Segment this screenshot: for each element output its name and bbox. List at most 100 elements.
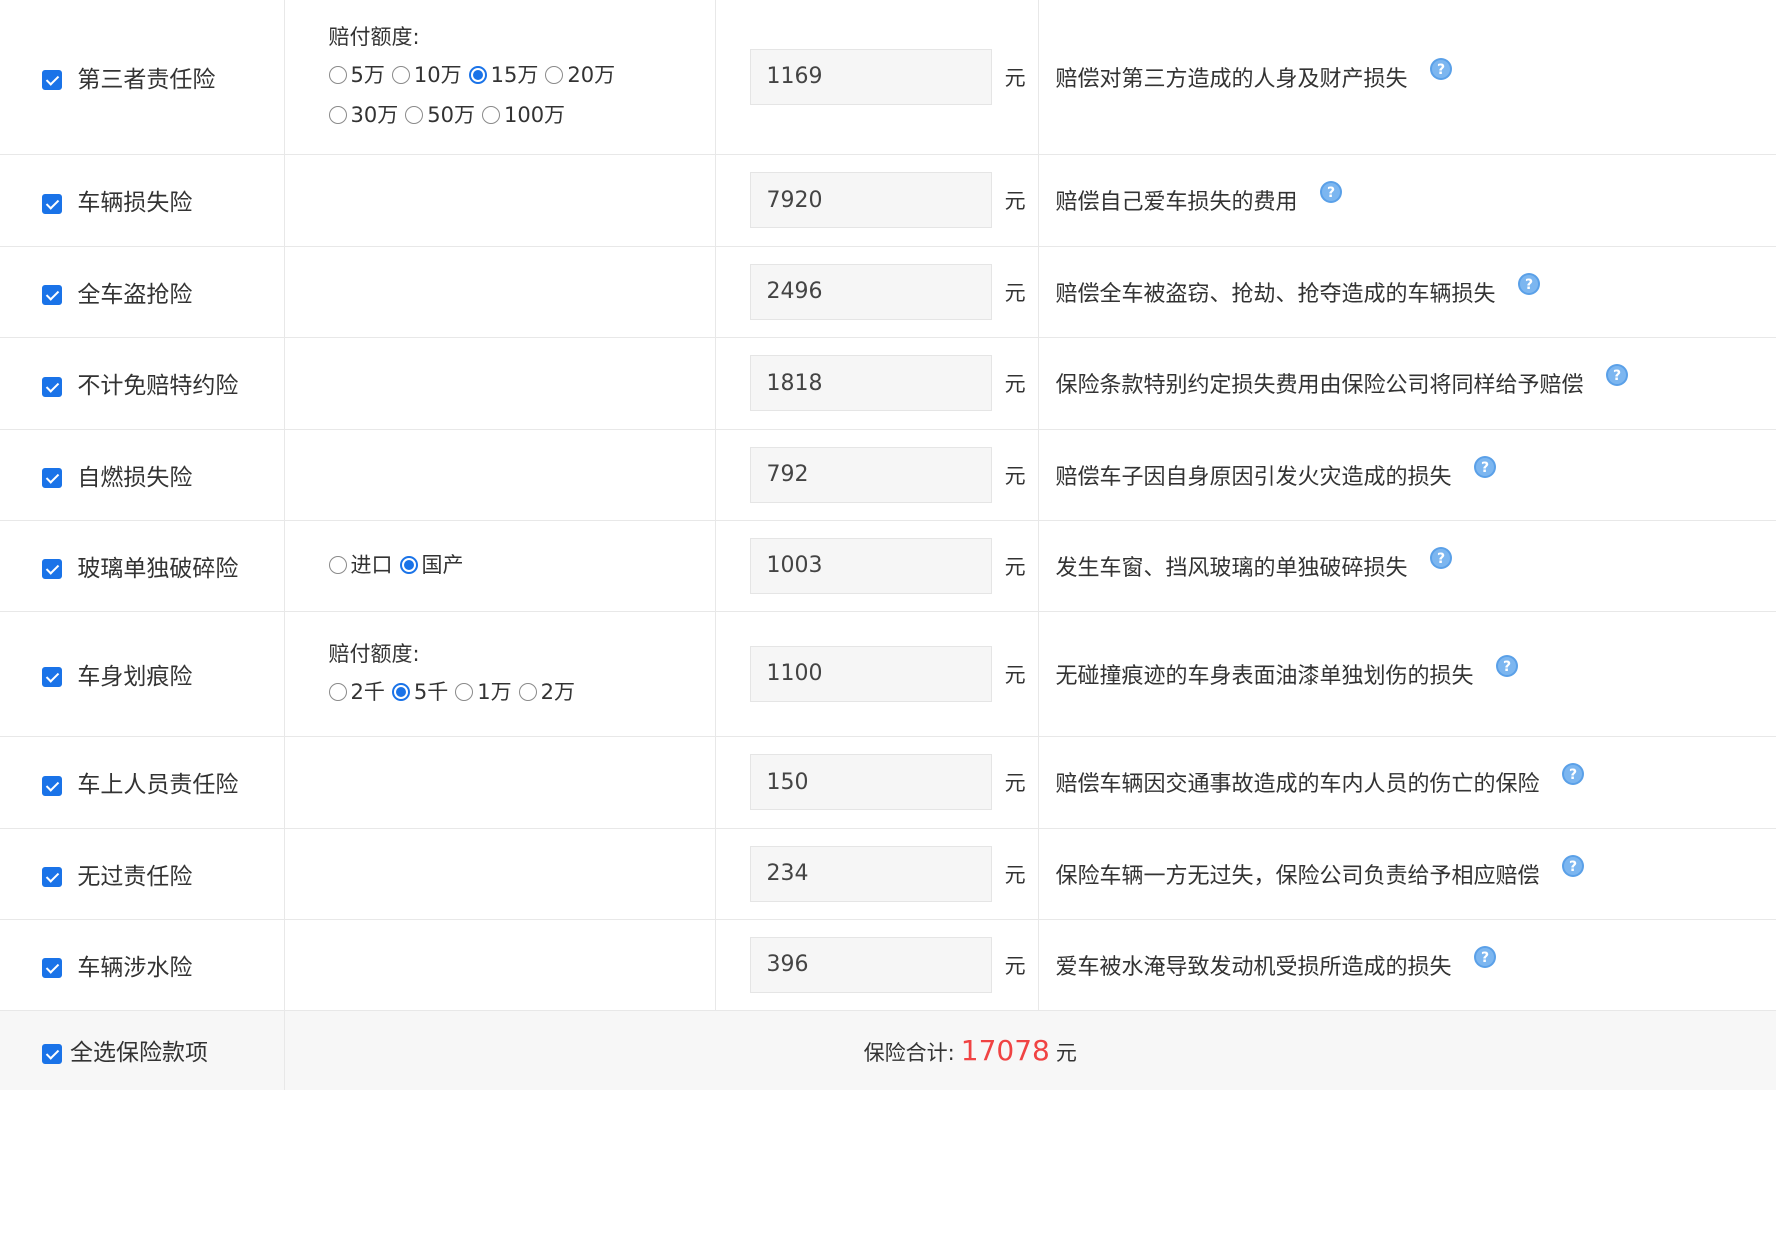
help-question-icon[interactable]: ?: [1473, 455, 1497, 479]
radio-option[interactable]: 进口: [328, 546, 393, 584]
radio-option[interactable]: 100万: [481, 96, 566, 134]
premium-input[interactable]: [749, 845, 992, 902]
radio-option[interactable]: 2万: [518, 673, 575, 711]
premium-input[interactable]: [749, 446, 992, 503]
svg-text:?: ?: [1612, 368, 1620, 384]
radio-option-label: 2千: [350, 679, 385, 704]
insurance-row: 自燃损失险 元 赔偿车子因自身原因引发火灾造成的损失 ?: [0, 429, 1776, 521]
radio-option[interactable]: 2千: [328, 673, 385, 711]
help-question-icon[interactable]: ?: [1473, 945, 1497, 969]
currency-unit: 元: [1004, 189, 1026, 213]
help-question-icon[interactable]: ?: [1319, 180, 1343, 204]
insurance-name-cell: 玻璃单独破碎险: [0, 520, 285, 612]
help-question-icon[interactable]: ?: [1495, 654, 1519, 678]
radio-button[interactable]: [391, 682, 410, 701]
insurance-name-cell: 车上人员责任险: [0, 736, 285, 829]
insurance-checkbox[interactable]: [42, 376, 62, 397]
premium-input[interactable]: [749, 355, 992, 411]
radio-option[interactable]: 30万: [328, 96, 398, 134]
insurance-description-cell: 赔偿对第三方造成的人身及财产损失 ?: [1038, 0, 1776, 155]
insurance-checkbox-label[interactable]: 车身划痕险: [42, 664, 192, 690]
insurance-checkbox[interactable]: [42, 285, 62, 305]
radio-option[interactable]: 20万: [545, 56, 615, 94]
radio-button[interactable]: [468, 65, 487, 84]
insurance-name-cell: 车辆损失险: [0, 154, 285, 247]
insurance-checkbox-label[interactable]: 不计免赔特约险: [42, 373, 238, 399]
insurance-name: 车上人员责任险: [77, 772, 239, 798]
radio-option[interactable]: 1万: [455, 673, 512, 711]
insurance-name: 车辆涉水险: [77, 954, 193, 981]
select-all-text: 全选保险款项: [70, 1040, 208, 1067]
select-all-checkbox[interactable]: [42, 1043, 62, 1064]
premium-input[interactable]: [749, 537, 992, 594]
insurance-row: 车上人员责任险 元 赔偿车辆因交通事故造成的车内人员的伤亡的保险 ?: [0, 736, 1776, 829]
insurance-name-cell: 无过责任险: [0, 828, 285, 920]
insurance-checkbox-label[interactable]: 自燃损失险: [42, 465, 192, 491]
help-question-icon[interactable]: ?: [1605, 363, 1629, 387]
insurance-checkbox-label[interactable]: 全车盗抢险: [42, 282, 192, 308]
insurance-name: 车辆损失险: [77, 190, 193, 216]
insurance-checkbox[interactable]: [42, 468, 62, 488]
insurance-price-cell: 元: [715, 828, 1039, 920]
select-all-label[interactable]: 全选保险款项: [42, 1040, 208, 1066]
radio-button[interactable]: [518, 682, 537, 701]
help-question-icon[interactable]: ?: [1429, 546, 1453, 570]
insurance-checkbox-label[interactable]: 第三者责任险: [42, 67, 215, 93]
radio-button[interactable]: [328, 555, 347, 574]
radio-option[interactable]: 国产: [399, 546, 464, 584]
insurance-description: 保险条款特别约定损失费用由保险公司将同样给予赔偿: [1055, 373, 1584, 398]
insurance-options-cell: [284, 154, 716, 247]
radio-option-label: 100万: [503, 102, 566, 127]
insurance-description-cell: 赔偿车子因自身原因引发火灾造成的损失 ?: [1038, 429, 1776, 521]
summary-row: 全选保险款项 保险合计: 17078 元: [0, 1010, 1776, 1090]
insurance-checkbox[interactable]: [42, 867, 62, 887]
insurance-price-cell: 元: [715, 919, 1039, 1011]
help-question-icon[interactable]: ?: [1517, 272, 1541, 296]
radio-button[interactable]: [328, 105, 347, 124]
insurance-checkbox[interactable]: [42, 958, 62, 978]
radio-option[interactable]: 50万: [405, 96, 475, 134]
radio-button[interactable]: [481, 105, 500, 124]
help-question-icon[interactable]: ?: [1561, 854, 1585, 878]
insurance-checkbox-label[interactable]: 玻璃单独破碎险: [42, 556, 238, 582]
insurance-checkbox[interactable]: [42, 70, 62, 91]
svg-text:?: ?: [1524, 277, 1532, 293]
insurance-checkbox[interactable]: [42, 193, 62, 214]
radio-button[interactable]: [328, 682, 347, 701]
help-question-icon[interactable]: ?: [1429, 57, 1453, 81]
insurance-checkbox[interactable]: [42, 667, 62, 687]
insurance-options-cell: [284, 919, 716, 1011]
currency-unit: 元: [1004, 280, 1026, 305]
radio-option-label: 5千: [413, 679, 449, 704]
premium-input[interactable]: [749, 172, 992, 228]
insurance-checkbox-label[interactable]: 车辆涉水险: [42, 955, 192, 981]
insurance-checkbox-label[interactable]: 车上人员责任险: [42, 772, 238, 798]
premium-input[interactable]: [749, 936, 992, 993]
radio-button[interactable]: [328, 65, 347, 84]
premium-input[interactable]: [749, 645, 992, 702]
svg-text:?: ?: [1502, 659, 1510, 675]
insurance-name: 全车盗抢险: [77, 281, 193, 308]
radio-option[interactable]: 5万: [328, 56, 385, 94]
premium-input[interactable]: [749, 48, 992, 105]
insurance-checkbox-label[interactable]: 无过责任险: [42, 864, 192, 890]
insurance-description-cell: 保险条款特别约定损失费用由保险公司将同样给予赔偿 ?: [1038, 337, 1776, 430]
insurance-row: 车身划痕险 赔付额度: 2千 5千 1万 2万 元 无碰撞痕迹的车身表面油漆单独划伤的损…: [0, 611, 1776, 737]
premium-input[interactable]: [749, 754, 992, 810]
radio-button[interactable]: [405, 105, 424, 124]
radio-option[interactable]: 15万: [468, 56, 538, 94]
insurance-options-cell: 赔付额度: 2千 5千 1万 2万: [284, 611, 716, 737]
radio-button[interactable]: [399, 555, 418, 574]
radio-button[interactable]: [455, 682, 474, 701]
help-question-icon[interactable]: ?: [1561, 762, 1585, 786]
radio-button[interactable]: [545, 65, 564, 84]
radio-option[interactable]: 5千: [391, 673, 449, 711]
insurance-checkbox-label[interactable]: 车辆损失险: [42, 190, 192, 216]
premium-input[interactable]: [749, 263, 992, 320]
insurance-checkbox[interactable]: [42, 559, 62, 579]
radio-button[interactable]: [391, 65, 410, 84]
radio-option[interactable]: 10万: [391, 56, 462, 94]
insurance-checkbox[interactable]: [42, 775, 62, 796]
radio-option-label: 20万: [567, 62, 616, 87]
insurance-price-cell: 元: [715, 246, 1039, 338]
